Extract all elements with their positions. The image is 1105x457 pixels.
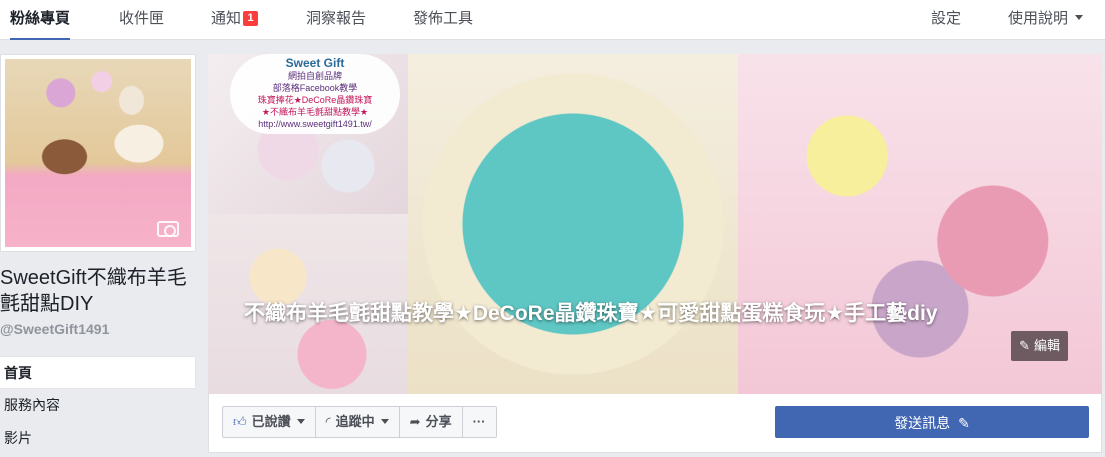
profile-picture[interactable] bbox=[0, 54, 196, 252]
edit-cover-label: 編輯 bbox=[1033, 338, 1060, 353]
following-button[interactable]: ◜ 追蹤中 bbox=[316, 407, 400, 437]
cover-collage-tile bbox=[408, 54, 738, 394]
help-menu[interactable]: 使用說明 bbox=[1008, 0, 1084, 40]
edit-cover-button[interactable]: ✎ 編輯 bbox=[1011, 331, 1068, 361]
pencil-icon: ✎ bbox=[1019, 338, 1030, 353]
page-action-buttons: 👍︎ 已說讚 ◜ 追蹤中 ➦ 分享 ··· bbox=[222, 406, 497, 438]
brand-logo-line: 網拍自創品牌 bbox=[287, 71, 342, 81]
sidebar-item-home[interactable]: 首頁 bbox=[0, 356, 196, 389]
cover-photo[interactable]: Sweet Gift 網拍自創品牌 部落格Facebook教學 珠寶捧花★DeC… bbox=[208, 54, 1102, 394]
pencil-icon: ✎ bbox=[958, 415, 970, 431]
tab-publishing-tools[interactable]: 發佈工具 bbox=[413, 0, 473, 40]
sidebar-item-videos[interactable]: 影片 bbox=[0, 422, 196, 455]
chevron-down-icon bbox=[1075, 15, 1084, 20]
page-admin-nav: 粉絲專頁 收件匣 通知 1 洞察報告 發佈工具 設定 使用說明 bbox=[0, 0, 1105, 40]
brand-logo-line: 部落格Facebook教學 bbox=[272, 83, 358, 93]
tab-page[interactable]: 粉絲專頁 bbox=[10, 0, 71, 40]
sidebar-item-services[interactable]: 服務內容 bbox=[0, 389, 196, 422]
chevron-down-icon bbox=[380, 419, 389, 424]
send-message-button[interactable]: 發送訊息 ✎ bbox=[775, 406, 1089, 438]
share-arrow-icon: ➦ bbox=[409, 414, 421, 429]
notification-count-badge: 1 bbox=[243, 11, 259, 26]
more-options-button[interactable]: ··· bbox=[463, 407, 496, 437]
more-options-label: ··· bbox=[472, 414, 486, 429]
page-action-bar: 👍︎ 已說讚 ◜ 追蹤中 ➦ 分享 ··· 發送訊息 ✎ bbox=[208, 394, 1102, 453]
cover-caption: 不織布羊毛氈甜點教學★DeCoRe晶鑽珠寶★可愛甜點蛋糕食玩★手工藝diy bbox=[244, 302, 938, 325]
liked-button[interactable]: 👍︎ 已說讚 bbox=[223, 407, 316, 437]
profile-photo-image bbox=[5, 59, 191, 247]
thumbs-up-icon: 👍︎ bbox=[233, 414, 247, 429]
following-label: 追蹤中 bbox=[335, 414, 375, 429]
brand-logo-title: Sweet Gift bbox=[285, 56, 345, 70]
page-sidebar-nav: 首頁 服務內容 影片 bbox=[0, 356, 196, 455]
tab-insights[interactable]: 洞察報告 bbox=[306, 0, 366, 40]
share-button[interactable]: ➦ 分享 bbox=[400, 407, 463, 437]
cover-collage-tile: Sweet Gift 網拍自創品牌 部落格Facebook教學 珠寶捧花★DeC… bbox=[208, 54, 408, 214]
brand-logo-badge: Sweet Gift 網拍自創品牌 部落格Facebook教學 珠寶捧花★DeC… bbox=[230, 54, 400, 134]
share-label: 分享 bbox=[425, 414, 452, 429]
settings-link[interactable]: 設定 bbox=[931, 0, 961, 40]
page-title[interactable]: SweetGift不織布羊毛氈甜點DIY bbox=[0, 265, 200, 317]
liked-label: 已說讚 bbox=[251, 414, 291, 429]
brand-logo-line: 珠寶捧花★DeCoRe晶鑽珠寶 bbox=[257, 95, 373, 105]
help-menu-label: 使用說明 bbox=[1008, 10, 1069, 27]
brand-logo-line: ★不織布羊毛氈甜點教學★ bbox=[261, 107, 369, 117]
chevron-down-icon bbox=[296, 419, 305, 424]
rss-icon: ◜ bbox=[325, 414, 331, 429]
page-username[interactable]: @SweetGift1491 bbox=[0, 321, 109, 337]
tab-inbox[interactable]: 收件匣 bbox=[119, 0, 164, 40]
send-message-label: 發送訊息 bbox=[894, 415, 951, 431]
brand-logo-url: http://www.sweetgift1491.tw/ bbox=[258, 119, 372, 129]
tab-notifications[interactable]: 通知 1 bbox=[211, 0, 259, 40]
tab-notifications-label: 通知 bbox=[211, 10, 242, 27]
camera-icon[interactable] bbox=[157, 221, 179, 237]
